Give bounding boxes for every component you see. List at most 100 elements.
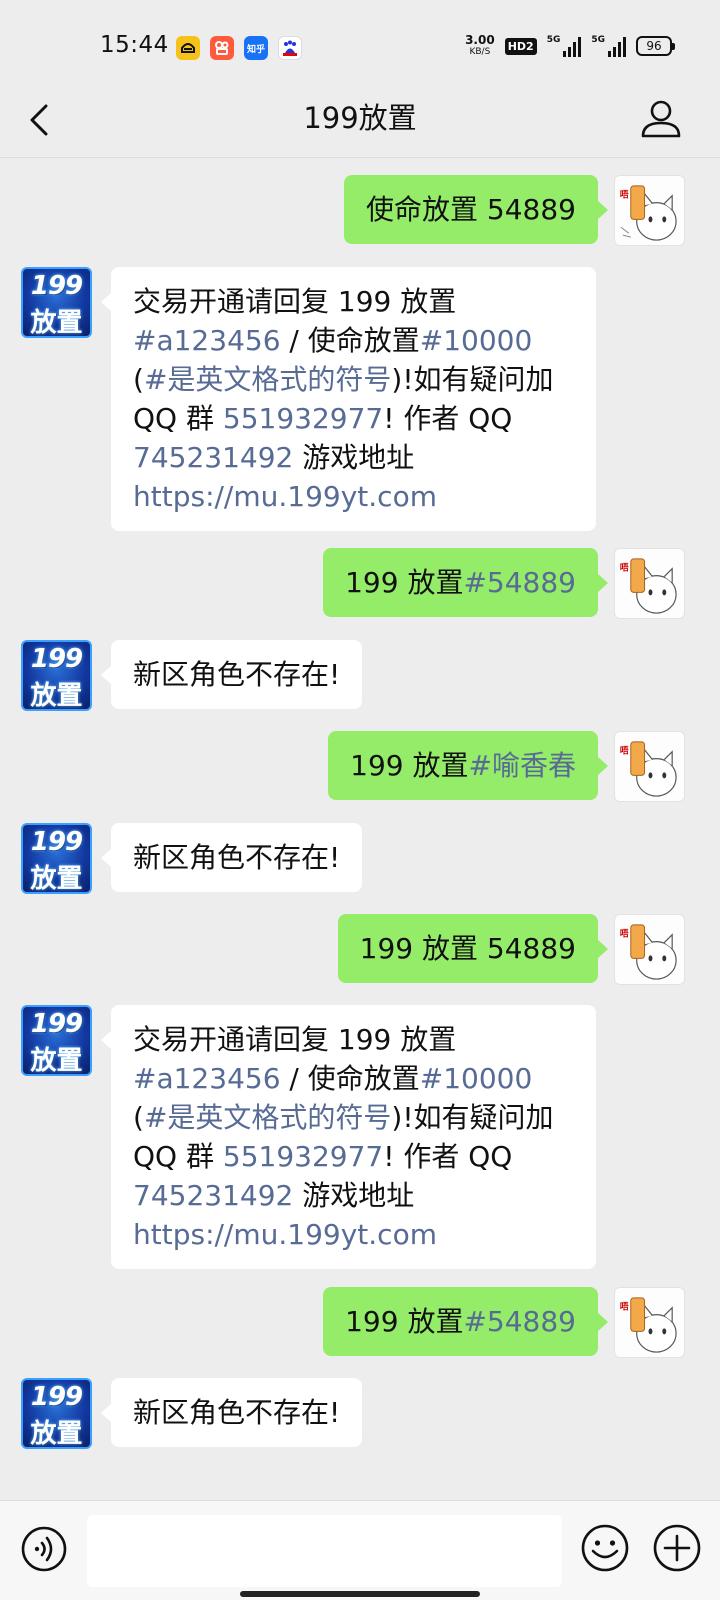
message-row-sent: 199 放置#喻香春 唔 [0, 731, 720, 802]
message-text: 199 放置 [345, 566, 464, 599]
hd-badge: HD2 [504, 37, 537, 55]
message-text: 新区角色不存在! [133, 841, 341, 874]
bot-avatar[interactable]: 199 放置 [21, 267, 92, 338]
message-link[interactable]: #54889 [463, 1305, 576, 1338]
message-link[interactable]: #a123456 [133, 1062, 281, 1095]
net-speed-unit: KB/S [469, 47, 491, 57]
message-bubble-received[interactable]: 新区角色不存在! [100, 823, 363, 892]
message-row-received: 199 放置 新区角色不存在! [0, 1378, 720, 1449]
message-bubble-sent[interactable]: 199 放置#54889 [323, 548, 608, 617]
svg-text:唔: 唔 [620, 929, 629, 940]
status-bar: 15:44 知乎 3.00 KB/S HD2 5G 5G 96 [0, 0, 720, 92]
message-row-sent: 199 放置#54889 唔 [0, 1287, 720, 1358]
bot-avatar[interactable]: 199 放置 [21, 1378, 92, 1449]
message-text: 使命放置 54889 [366, 193, 576, 226]
message-link[interactable]: 745231492 [133, 441, 293, 474]
message-link[interactable]: #10000 [420, 1062, 533, 1095]
svg-text:唔: 唔 [620, 1302, 629, 1313]
message-bubble-received[interactable]: 新区角色不存在! [100, 640, 363, 709]
user-avatar[interactable]: 唔 [614, 175, 685, 246]
cat-avatar-icon: 唔 [620, 924, 677, 980]
message-row-sent: 199 放置 54889 唔 [0, 914, 720, 985]
message-link[interactable]: #是英文格式的符号 [144, 1101, 391, 1134]
bot-avatar[interactable]: 199 放置 [21, 823, 92, 894]
battery-level: 96 [646, 39, 662, 53]
bot-avatar[interactable]: 199 放置 [21, 640, 92, 711]
input-bar [0, 1500, 720, 1600]
bot-avatar-text-2: 放置 [30, 864, 83, 894]
cat-avatar-icon: 唔 [620, 1297, 677, 1353]
message-text: 新区角色不存在! [133, 1396, 341, 1429]
plus-icon[interactable] [652, 1523, 702, 1573]
message-row-sent: 199 放置#54889 唔 [0, 548, 720, 619]
message-link[interactable]: https://mu.199yt.com [133, 480, 437, 513]
message-row-received: 199 放置 交易开通请回复 199 放置 #a123456 / 使命放置#100… [0, 267, 720, 531]
bot-avatar-text-1: 199 [30, 644, 83, 674]
message-text: 游戏地址 [293, 441, 415, 474]
bot-avatar-text-1: 199 [30, 1009, 83, 1039]
message-text: 199 放置 54889 [359, 932, 576, 965]
signal-icon: 5G [547, 35, 582, 57]
message-text: ( [133, 363, 144, 396]
message-link[interactable]: 551932977 [223, 402, 383, 435]
message-link[interactable]: #a123456 [133, 324, 281, 357]
message-link[interactable]: 551932977 [223, 1140, 383, 1173]
message-bubble-sent[interactable]: 199 放置 54889 [337, 914, 609, 983]
message-link[interactable]: #54889 [463, 566, 576, 599]
message-text: 新区角色不存在! [133, 658, 341, 691]
status-right: 3.00 KB/S HD2 5G 5G 96 [465, 34, 675, 58]
emoji-icon[interactable] [580, 1523, 630, 1573]
message-text: ! 作者 QQ [383, 402, 513, 435]
message-text: / 使命放置 [280, 324, 420, 357]
message-link[interactable]: 745231492 [133, 1179, 293, 1212]
message-link[interactable]: https://mu.199yt.com [133, 1218, 437, 1251]
message-row-received: 199 放置 交易开通请回复 199 放置 #a123456 / 使命放置#100… [0, 1005, 720, 1269]
message-bubble-received[interactable]: 交易开通请回复 199 放置 #a123456 / 使命放置#10000 (#是英… [101, 1005, 596, 1269]
message-bubble-received[interactable]: 交易开通请回复 199 放置 #a123456 / 使命放置#10000 (#是英… [101, 267, 596, 531]
message-bubble-received[interactable]: 新区角色不存在! [100, 1378, 363, 1447]
cat-avatar-icon: 唔 [620, 741, 677, 797]
message-text: 交易开通请回复 199 放置 [133, 1023, 457, 1056]
message-bubble-sent[interactable]: 199 放置#54889 [323, 1287, 608, 1356]
message-text: ( [133, 1101, 144, 1134]
message-text: 游戏地址 [293, 1179, 415, 1212]
voice-icon[interactable] [20, 1525, 68, 1573]
zhihu-icon: 知乎 [244, 36, 268, 60]
bot-avatar-text-2: 放置 [30, 1419, 83, 1449]
message-link[interactable]: #是英文格式的符号 [144, 363, 391, 396]
net-speed: 3.00 KB/S [465, 34, 495, 58]
chat-header: 199放置 [0, 92, 720, 158]
message-link[interactable]: #10000 [420, 324, 533, 357]
svg-text:唔: 唔 [620, 190, 629, 201]
bot-avatar-text-2: 放置 [30, 1046, 83, 1076]
signal-label-2: 5G [591, 35, 605, 45]
baidu-icon [278, 36, 302, 60]
signal-label-1: 5G [546, 35, 561, 45]
message-bubble-sent[interactable]: 使命放置 54889 [344, 175, 608, 244]
cat-avatar-icon: 唔 [620, 558, 677, 614]
bot-avatar-text-2: 放置 [30, 308, 83, 338]
message-bubble-sent[interactable]: 199 放置#喻香春 [328, 731, 608, 800]
bot-avatar[interactable]: 199 放置 [21, 1005, 92, 1076]
message-input[interactable] [87, 1515, 562, 1587]
home-indicator[interactable] [240, 1591, 480, 1597]
message-text: 199 放置 [345, 1305, 464, 1338]
status-time: 15:44 [100, 32, 169, 58]
signal-icon-2: 5G [591, 35, 626, 57]
message-row-sent: 使命放置 54889 唔 [0, 175, 720, 246]
svg-text:唔: 唔 [620, 563, 629, 574]
message-row-received: 199 放置 新区角色不存在! [0, 823, 720, 894]
bot-avatar-text-1: 199 [30, 1382, 83, 1412]
message-link[interactable]: #喻香春 [469, 749, 576, 782]
user-avatar[interactable]: 唔 [614, 1287, 685, 1358]
profile-icon[interactable] [638, 96, 684, 142]
net-speed-value: 3.00 [465, 33, 495, 47]
message-text: ! 作者 QQ [383, 1140, 513, 1173]
bot-avatar-text-1: 199 [30, 827, 83, 857]
car-app-icon [176, 36, 200, 60]
svg-text:唔: 唔 [620, 746, 629, 757]
message-text: 交易开通请回复 199 放置 [133, 285, 457, 318]
user-avatar[interactable]: 唔 [614, 548, 685, 619]
user-avatar[interactable]: 唔 [614, 914, 685, 985]
user-avatar[interactable]: 唔 [614, 731, 685, 802]
